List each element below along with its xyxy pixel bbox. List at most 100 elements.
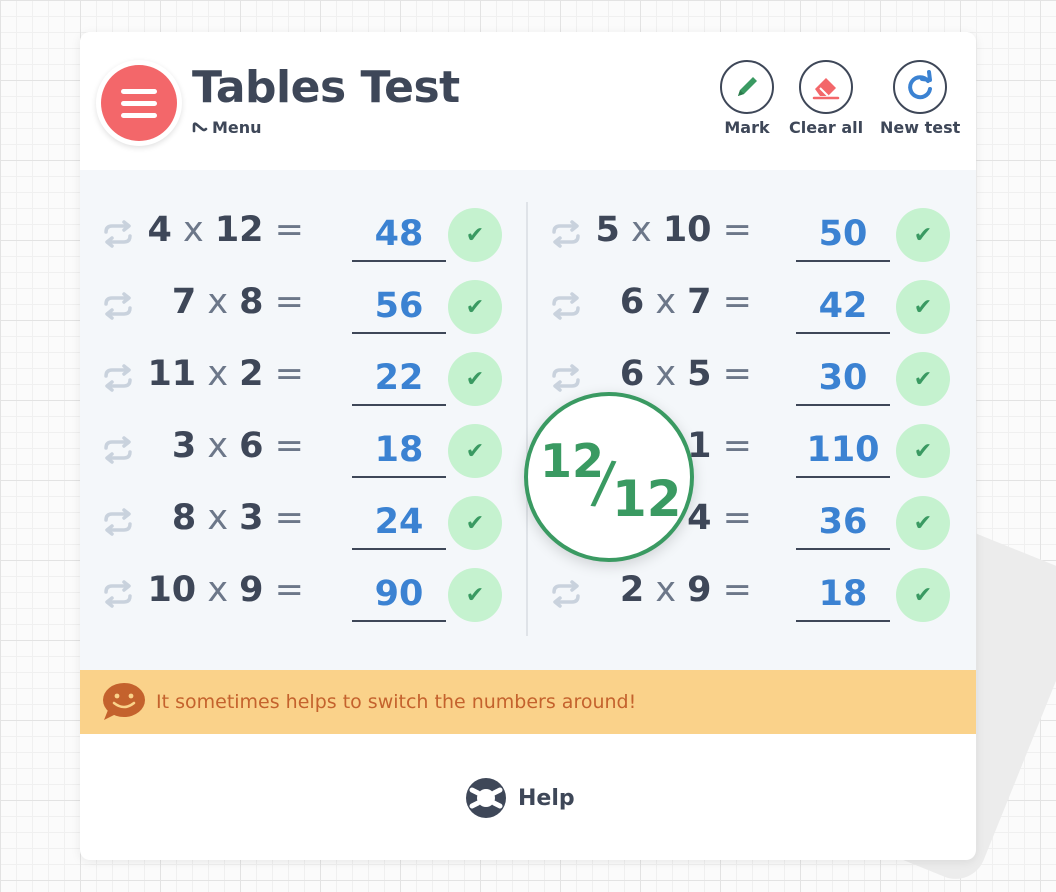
factor-a: 7 [171, 282, 197, 322]
question-row: 8 x 3 = ✔ [100, 490, 510, 554]
swap-numbers-icon[interactable] [548, 580, 584, 608]
column-divider [526, 202, 528, 636]
answer-input[interactable] [352, 352, 446, 406]
answer-input[interactable] [352, 424, 446, 478]
factor-b: 12 [214, 210, 264, 250]
equals-symbol: = [274, 570, 304, 610]
factor-b: 5 [687, 354, 712, 394]
correct-check-icon: ✔ [896, 424, 950, 478]
answer-input[interactable] [796, 568, 890, 622]
hint-text: It sometimes helps to switch the numbers… [156, 691, 637, 713]
answer-input[interactable] [352, 280, 446, 334]
question-row: 10 x 9 = ✔ [100, 562, 510, 626]
factor-b: 6 [239, 426, 264, 466]
times-symbol: x [630, 210, 652, 250]
new-test-button[interactable]: New test [880, 60, 960, 137]
swap-numbers-icon[interactable] [100, 364, 136, 392]
back-arrow-icon [192, 121, 208, 132]
question-text: 3 x 6 = [172, 426, 304, 466]
factor-b: 10 [662, 210, 712, 250]
factor-a: 5 [595, 210, 620, 250]
times-symbol: x [207, 282, 229, 322]
lifebuoy-icon [466, 778, 506, 818]
factor-b: 9 [687, 570, 712, 610]
answer-input[interactable] [796, 424, 890, 478]
swap-numbers-icon[interactable] [548, 292, 584, 320]
equals-symbol: = [722, 282, 752, 322]
factor-a: 4 [147, 210, 172, 250]
factor-b: 2 [239, 354, 264, 394]
times-symbol: x [207, 498, 229, 538]
factor-a: 6 [619, 354, 645, 394]
correct-check-icon: ✔ [448, 568, 502, 622]
swap-numbers-icon[interactable] [100, 220, 136, 248]
swap-numbers-icon[interactable] [100, 508, 136, 536]
answer-input[interactable] [352, 208, 446, 262]
answer-input[interactable] [796, 496, 890, 550]
pencil-icon [720, 60, 774, 114]
equals-symbol: = [722, 498, 752, 538]
times-symbol: x [182, 210, 204, 250]
times-symbol: x [655, 354, 677, 394]
page-title: Tables Test [192, 62, 460, 113]
clear-all-label: Clear all [789, 118, 864, 137]
correct-check-icon: ✔ [448, 280, 502, 334]
times-symbol: x [655, 282, 677, 322]
swap-numbers-icon[interactable] [548, 220, 584, 248]
factor-a: 6 [619, 282, 645, 322]
tables-test-card: Tables Test Menu Mark Clear all New test… [80, 32, 976, 860]
swap-numbers-icon[interactable] [100, 580, 136, 608]
question-text: 4 x 12 = [147, 210, 304, 250]
answer-input[interactable] [796, 280, 890, 334]
correct-check-icon: ✔ [448, 208, 502, 262]
equals-symbol: = [722, 570, 752, 610]
new-test-label: New test [880, 118, 961, 137]
question-row: 3 x 6 = ✔ [100, 418, 510, 482]
swap-numbers-icon[interactable] [100, 292, 136, 320]
times-symbol: x [207, 570, 229, 610]
answer-input[interactable] [796, 208, 890, 262]
mark-label: Mark [724, 118, 770, 137]
equals-symbol: = [722, 426, 752, 466]
menu-link-label: Menu [212, 118, 262, 137]
correct-check-icon: ✔ [448, 424, 502, 478]
swap-numbers-icon[interactable] [548, 364, 584, 392]
factor-b: 4 [687, 498, 712, 538]
factor-a: 3 [171, 426, 197, 466]
menu-link[interactable]: Menu [192, 118, 262, 137]
question-row: 5 x 10 = ✔ [548, 202, 958, 266]
question-text: 6 x 7 = [620, 282, 752, 322]
question-text: 7 x 8 = [172, 282, 304, 322]
clear-all-button[interactable]: Clear all [789, 60, 863, 137]
correct-check-icon: ✔ [448, 496, 502, 550]
equals-symbol: = [274, 210, 304, 250]
factor-b: 3 [239, 498, 264, 538]
times-symbol: x [207, 426, 229, 466]
swap-numbers-icon[interactable] [100, 436, 136, 464]
question-row: 6 x 7 = ✔ [548, 274, 958, 338]
header: Tables Test Menu Mark Clear all New test [80, 32, 976, 170]
correct-check-icon: ✔ [896, 280, 950, 334]
hint-bar: It sometimes helps to switch the numbers… [80, 670, 976, 734]
question-text: 8 x 3 = [172, 498, 304, 538]
equals-symbol: = [722, 354, 752, 394]
question-text: 2 x 9 = [620, 570, 752, 610]
equals-symbol: = [274, 354, 304, 394]
question-row: 2 x 9 = ✔ [548, 562, 958, 626]
refresh-icon [893, 60, 948, 114]
answer-input[interactable] [352, 568, 446, 622]
help-label: Help [518, 785, 575, 811]
times-symbol: x [655, 570, 677, 610]
correct-check-icon: ✔ [896, 496, 950, 550]
hamburger-menu-button[interactable] [96, 60, 182, 146]
score-badge: 12 / 12 [524, 392, 694, 562]
answer-input[interactable] [352, 496, 446, 550]
factor-a: 10 [147, 570, 197, 610]
equals-symbol: = [274, 498, 304, 538]
answer-input[interactable] [796, 352, 890, 406]
hamburger-icon [101, 65, 177, 141]
mark-button[interactable]: Mark [720, 60, 774, 137]
correct-check-icon: ✔ [448, 352, 502, 406]
help-button[interactable]: Help [464, 776, 575, 820]
factor-a: 8 [171, 498, 197, 538]
